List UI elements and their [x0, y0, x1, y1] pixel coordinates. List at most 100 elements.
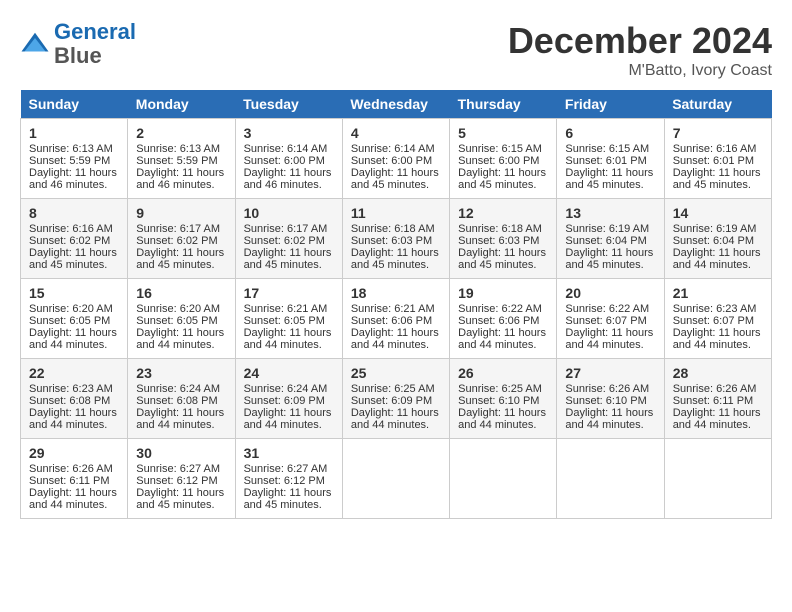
- sunrise-text: Sunrise: 6:21 AM: [351, 303, 435, 315]
- daylight-label: Daylight: 11 hours and 45 minutes.: [244, 487, 332, 511]
- calendar-cell: 24Sunrise: 6:24 AMSunset: 6:09 PMDayligh…: [235, 359, 342, 439]
- sunset-text: Sunset: 6:01 PM: [673, 155, 754, 167]
- calendar-cell: 19Sunrise: 6:22 AMSunset: 6:06 PMDayligh…: [450, 279, 557, 359]
- calendar-cell: 5Sunrise: 6:15 AMSunset: 6:00 PMDaylight…: [450, 119, 557, 199]
- sunrise-text: Sunrise: 6:27 AM: [244, 463, 328, 475]
- sunrise-text: Sunrise: 6:26 AM: [29, 463, 113, 475]
- calendar-cell: 7Sunrise: 6:16 AMSunset: 6:01 PMDaylight…: [664, 119, 771, 199]
- calendar-cell: 18Sunrise: 6:21 AMSunset: 6:06 PMDayligh…: [342, 279, 449, 359]
- daylight-label: Daylight: 11 hours and 45 minutes.: [351, 247, 439, 271]
- day-number: 15: [29, 285, 119, 301]
- sunrise-text: Sunrise: 6:23 AM: [673, 303, 757, 315]
- calendar-cell: 13 Sunrise: 6:19 AMSunset: 6:04 PMDayligh…: [557, 199, 664, 279]
- sunrise-text: Sunrise: 6:26 AM: [565, 383, 649, 395]
- sunset-text: Sunset: 6:04 PM: [673, 235, 754, 247]
- sunset-text: Sunset: 6:10 PM: [565, 395, 646, 407]
- calendar-cell: 6 Sunrise: 6:15 AMSunset: 6:01 PMDaylight…: [557, 119, 664, 199]
- daylight-label: Daylight: 11 hours and 45 minutes.: [458, 247, 546, 271]
- sunset-text: Sunset: 6:11 PM: [673, 395, 754, 407]
- calendar-cell: 31 Sunrise: 6:27 AMSunset: 6:12 PMDayligh…: [235, 439, 342, 519]
- calendar-table: SundayMondayTuesdayWednesdayThursdayFrid…: [20, 90, 772, 519]
- day-number: 18: [351, 285, 441, 301]
- sunrise-text: Sunrise: 6:24 AM: [244, 383, 328, 395]
- month-title: December 2024: [508, 20, 772, 62]
- day-number: 20: [565, 285, 655, 301]
- sunrise-text: Sunrise: 6:25 AM: [458, 383, 542, 395]
- sunrise-text: Sunrise: 6:14 AM: [351, 143, 435, 155]
- calendar-cell: [450, 439, 557, 519]
- calendar-body: 1Sunrise: 6:13 AMSunset: 5:59 PMDaylight…: [21, 119, 772, 519]
- calendar-cell: 25Sunrise: 6:25 AMSunset: 6:09 PMDayligh…: [342, 359, 449, 439]
- calendar-cell: 15Sunrise: 6:20 AMSunset: 6:05 PMDayligh…: [21, 279, 128, 359]
- daylight-label: Daylight: 11 hours and 44 minutes.: [673, 327, 761, 351]
- daylight-label: Daylight: 11 hours and 44 minutes.: [458, 407, 546, 431]
- day-number: 13: [565, 205, 655, 221]
- day-number: 21: [673, 285, 763, 301]
- day-number: 4: [351, 125, 441, 141]
- day-header-thursday: Thursday: [450, 90, 557, 119]
- daylight-label: Daylight: 11 hours and 44 minutes.: [565, 327, 653, 351]
- daylight-label: Daylight: 11 hours and 44 minutes.: [29, 327, 117, 351]
- daylight-label: Daylight: 11 hours and 45 minutes.: [244, 247, 332, 271]
- sunset-text: Sunset: 6:05 PM: [29, 315, 110, 327]
- calendar-cell: 29Sunrise: 6:26 AMSunset: 6:11 PMDayligh…: [21, 439, 128, 519]
- daylight-label: Daylight: 11 hours and 45 minutes.: [565, 247, 653, 271]
- sunset-text: Sunset: 6:10 PM: [458, 395, 539, 407]
- sunset-text: Sunset: 6:00 PM: [458, 155, 539, 167]
- calendar-cell: [342, 439, 449, 519]
- sunrise-text: Sunrise: 6:13 AM: [136, 143, 220, 155]
- calendar-cell: 9Sunrise: 6:17 AMSunset: 6:02 PMDaylight…: [128, 199, 235, 279]
- sunrise-text: Sunrise: 6:15 AM: [458, 143, 542, 155]
- day-header-saturday: Saturday: [664, 90, 771, 119]
- calendar-cell: 16Sunrise: 6:20 AMSunset: 6:05 PMDayligh…: [128, 279, 235, 359]
- sunrise-text: Sunrise: 6:27 AM: [136, 463, 220, 475]
- day-number: 25: [351, 365, 441, 381]
- daylight-label: Daylight: 11 hours and 46 minutes.: [29, 167, 117, 191]
- sunrise-text: Sunrise: 6:14 AM: [244, 143, 328, 155]
- sunset-text: Sunset: 6:11 PM: [29, 475, 110, 487]
- day-header-friday: Friday: [557, 90, 664, 119]
- day-number: 23: [136, 365, 226, 381]
- daylight-label: Daylight: 11 hours and 46 minutes.: [136, 167, 224, 191]
- sunset-text: Sunset: 6:05 PM: [244, 315, 325, 327]
- page-header: GeneralBlue December 2024 M'Batto, Ivory…: [20, 20, 772, 80]
- day-number: 1: [29, 125, 119, 141]
- calendar-cell: 30Sunrise: 6:27 AMSunset: 6:12 PMDayligh…: [128, 439, 235, 519]
- day-number: 31: [244, 445, 334, 461]
- daylight-label: Daylight: 11 hours and 45 minutes.: [565, 167, 653, 191]
- logo-icon: [20, 29, 50, 59]
- sunrise-text: Sunrise: 6:19 AM: [673, 223, 757, 235]
- daylight-label: Daylight: 11 hours and 45 minutes.: [136, 247, 224, 271]
- calendar-cell: 14Sunrise: 6:19 AMSunset: 6:04 PMDayligh…: [664, 199, 771, 279]
- calendar-cell: 21Sunrise: 6:23 AMSunset: 6:07 PMDayligh…: [664, 279, 771, 359]
- sunrise-text: Sunrise: 6:16 AM: [673, 143, 757, 155]
- sunrise-text: Sunrise: 6:22 AM: [458, 303, 542, 315]
- sunset-text: Sunset: 6:08 PM: [136, 395, 217, 407]
- sunrise-text: Sunrise: 6:19 AM: [565, 223, 649, 235]
- sunset-text: Sunset: 6:12 PM: [136, 475, 217, 487]
- daylight-label: Daylight: 11 hours and 44 minutes.: [458, 327, 546, 351]
- calendar-cell: 4Sunrise: 6:14 AMSunset: 6:00 PMDaylight…: [342, 119, 449, 199]
- sunset-text: Sunset: 6:02 PM: [29, 235, 110, 247]
- title-block: December 2024 M'Batto, Ivory Coast: [508, 20, 772, 80]
- calendar-cell: 8Sunrise: 6:16 AMSunset: 6:02 PMDaylight…: [21, 199, 128, 279]
- sunset-text: Sunset: 6:06 PM: [458, 315, 539, 327]
- sunset-text: Sunset: 5:59 PM: [29, 155, 110, 167]
- sunset-text: Sunset: 6:12 PM: [244, 475, 325, 487]
- sunset-text: Sunset: 6:08 PM: [29, 395, 110, 407]
- calendar-cell: 2Sunrise: 6:13 AMSunset: 5:59 PMDaylight…: [128, 119, 235, 199]
- calendar-week-3: 15Sunrise: 6:20 AMSunset: 6:05 PMDayligh…: [21, 279, 772, 359]
- sunrise-text: Sunrise: 6:26 AM: [673, 383, 757, 395]
- sunset-text: Sunset: 6:03 PM: [351, 235, 432, 247]
- sunset-text: Sunset: 6:09 PM: [244, 395, 325, 407]
- calendar-header-row: SundayMondayTuesdayWednesdayThursdayFrid…: [21, 90, 772, 119]
- logo-text: GeneralBlue: [54, 20, 136, 68]
- day-number: 6: [565, 125, 655, 141]
- sunset-text: Sunset: 6:04 PM: [565, 235, 646, 247]
- sunrise-text: Sunrise: 6:15 AM: [565, 143, 649, 155]
- sunset-text: Sunset: 6:01 PM: [565, 155, 646, 167]
- sunrise-text: Sunrise: 6:21 AM: [244, 303, 328, 315]
- calendar-cell: 1Sunrise: 6:13 AMSunset: 5:59 PMDaylight…: [21, 119, 128, 199]
- calendar-cell: 27Sunrise: 6:26 AMSunset: 6:10 PMDayligh…: [557, 359, 664, 439]
- calendar-cell: 11Sunrise: 6:18 AMSunset: 6:03 PMDayligh…: [342, 199, 449, 279]
